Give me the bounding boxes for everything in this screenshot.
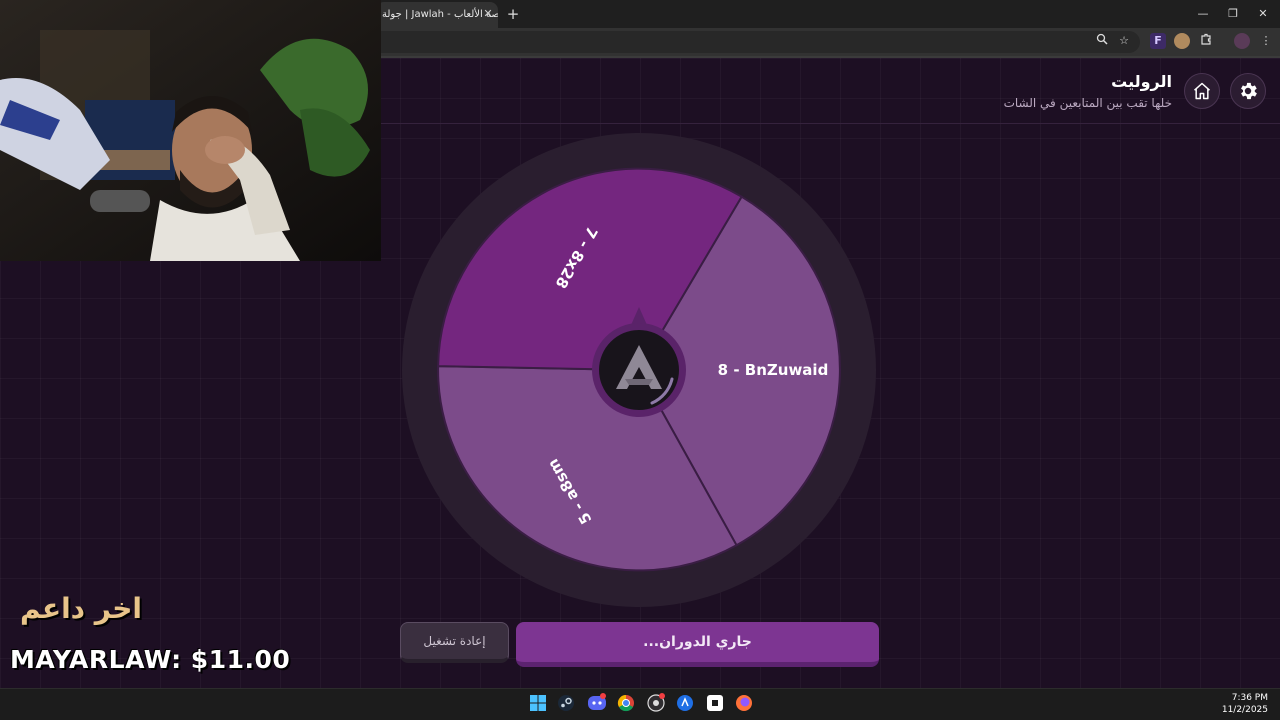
new-tab-button[interactable]: + xyxy=(504,5,522,23)
clock-time[interactable]: 7:36 PM xyxy=(1232,693,1268,703)
restore-button[interactable]: ❐ xyxy=(1218,4,1248,24)
roblox-icon[interactable] xyxy=(705,693,725,713)
minimize-button[interactable]: — xyxy=(1188,4,1218,24)
page-title: الروليت xyxy=(1111,72,1172,91)
screen: الروليت خلها تقب بين المتابعين في الشات … xyxy=(0,0,1280,720)
settings-button[interactable] xyxy=(1230,73,1266,109)
clock-date[interactable]: 11/2/2025 xyxy=(1222,705,1268,715)
address-bar[interactable] xyxy=(370,31,1140,53)
close-window-button[interactable]: ✕ xyxy=(1248,4,1278,24)
app-blue-icon[interactable] xyxy=(675,693,695,713)
steam-icon[interactable] xyxy=(556,693,576,713)
spin-button[interactable]: جاري الدوران... xyxy=(516,622,879,667)
last-supporter-name: MAYARLAW: $11.00 xyxy=(10,645,291,674)
tab-close-icon[interactable]: ✕ xyxy=(480,6,496,22)
zoom-icon[interactable] xyxy=(1094,33,1110,49)
profile-avatar-icon[interactable] xyxy=(1234,33,1250,49)
roulette-wheel: 8 - BnZuwaid 5 - a8sm 7 - 8x28 xyxy=(400,131,878,609)
home-icon xyxy=(1194,82,1210,100)
last-supporter-label: اخر داعم xyxy=(20,592,142,625)
obs-icon[interactable] xyxy=(646,693,666,713)
extension-f-icon[interactable]: F xyxy=(1150,33,1166,49)
reset-button[interactable]: إعادة تشغيل xyxy=(400,622,509,663)
webcam-overlay xyxy=(0,0,381,261)
firefox-icon[interactable] xyxy=(734,693,754,713)
bookmark-star-icon[interactable]: ☆ xyxy=(1116,33,1132,49)
wheel-label-bnzuwaid: 8 - BnZuwaid xyxy=(718,361,829,379)
windows-start-icon[interactable] xyxy=(528,693,548,713)
extension-avatar-icon[interactable] xyxy=(1174,33,1190,49)
page-subtitle: خلها تقب بين المتابعين في الشات xyxy=(1003,96,1172,110)
wheel-hub xyxy=(599,330,679,410)
home-button[interactable] xyxy=(1184,73,1220,109)
taskbar xyxy=(0,688,1280,720)
page-header: الروليت خلها تقب بين المتابعين في الشات xyxy=(380,58,1280,124)
browser-menu-icon[interactable]: ⋮ xyxy=(1258,33,1274,49)
gear-icon xyxy=(1241,82,1257,100)
discord-icon[interactable] xyxy=(587,693,607,713)
chrome-icon[interactable] xyxy=(616,693,636,713)
extensions-puzzle-icon[interactable] xyxy=(1198,33,1214,49)
